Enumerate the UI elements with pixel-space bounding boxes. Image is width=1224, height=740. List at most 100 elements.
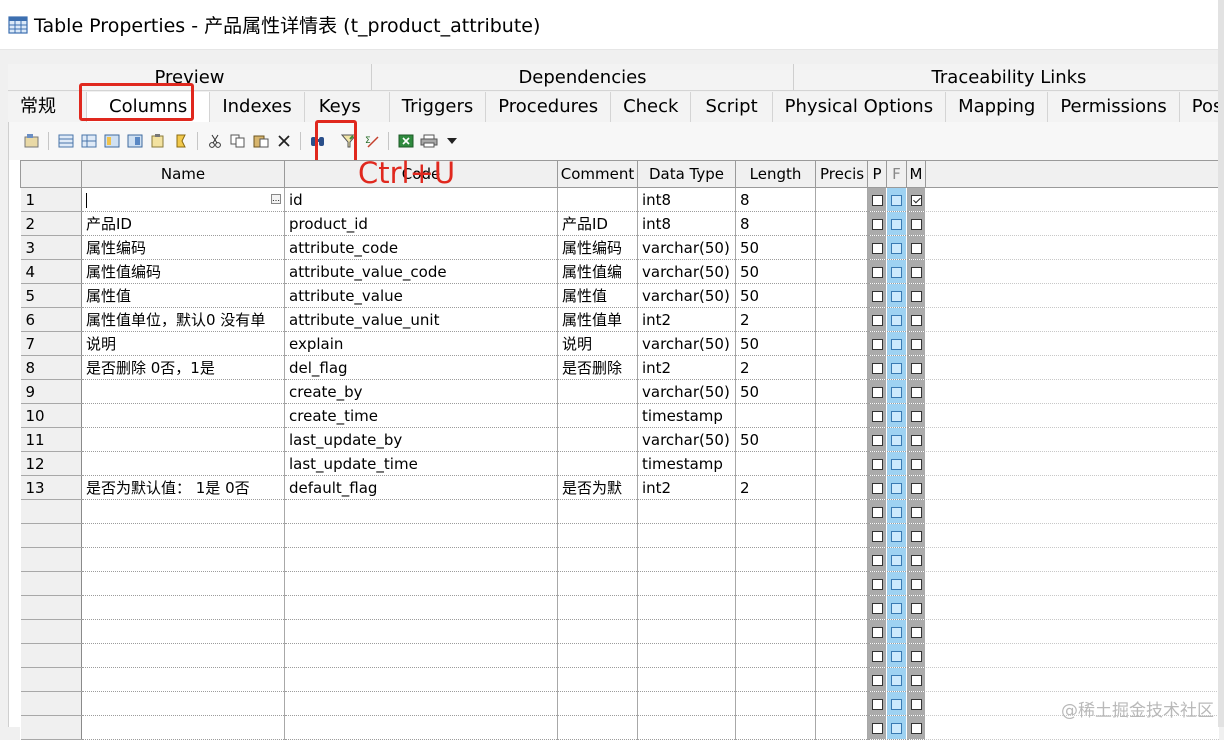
empty-cell[interactable] xyxy=(284,667,558,692)
mandatory-cell-checkbox[interactable] xyxy=(910,434,922,446)
mandatory-cell-checkbox[interactable] xyxy=(910,386,922,398)
mandatory-cell[interactable] xyxy=(906,499,926,524)
code-cell[interactable]: attribute_code xyxy=(284,235,558,260)
name-cell[interactable] xyxy=(81,403,285,428)
mandatory-cell[interactable] xyxy=(906,403,926,428)
header-foreign[interactable]: F xyxy=(886,160,907,188)
foreign-cell-checkbox[interactable] xyxy=(891,506,902,518)
primary-cell-checkbox[interactable] xyxy=(871,674,883,686)
data-type-cell[interactable]: varchar(50) xyxy=(637,331,736,356)
precision-cell[interactable] xyxy=(815,211,868,236)
primary-cell[interactable] xyxy=(867,667,887,692)
foreign-cell-checkbox[interactable] xyxy=(891,194,902,206)
empty-row[interactable] xyxy=(20,619,1219,644)
table-row[interactable]: 6 属性值单位，默认0 没有单 attribute_value_unit 属性值单 in… xyxy=(20,307,1219,332)
precision-cell[interactable] xyxy=(815,715,868,740)
mandatory-cell-checkbox[interactable] xyxy=(910,482,922,494)
name-cell[interactable] xyxy=(81,379,285,404)
comment-cell[interactable]: 说明 xyxy=(557,331,638,356)
data-type-cell[interactable]: int2 xyxy=(637,355,736,380)
code-cell[interactable]: default_flag xyxy=(284,475,558,500)
table-row[interactable]: 10 create_time timestamp xyxy=(20,403,1219,428)
data-type-cell[interactable]: int8 xyxy=(637,187,736,212)
empty-cell[interactable] xyxy=(81,595,285,620)
empty-cell[interactable] xyxy=(735,691,816,716)
empty-cell[interactable] xyxy=(557,499,638,524)
primary-cell[interactable] xyxy=(867,427,887,452)
foreign-cell-checkbox[interactable] xyxy=(891,530,902,542)
foreign-cell-checkbox[interactable] xyxy=(891,458,902,470)
foreign-cell-checkbox[interactable] xyxy=(891,338,902,350)
mandatory-cell-checkbox[interactable] xyxy=(910,722,922,734)
empty-cell[interactable] xyxy=(557,667,638,692)
empty-cell[interactable] xyxy=(557,691,638,716)
primary-cell-checkbox[interactable] xyxy=(871,650,883,662)
comment-cell[interactable]: 属性值单 xyxy=(557,307,638,332)
length-cell[interactable]: 50 xyxy=(735,283,816,308)
precision-cell[interactable] xyxy=(815,595,868,620)
primary-cell-checkbox[interactable] xyxy=(871,602,883,614)
code-cell[interactable]: create_time xyxy=(284,403,558,428)
comment-cell[interactable] xyxy=(557,379,638,404)
table-row[interactable]: 2 产品ID product_id 产品ID int8 8 xyxy=(20,211,1219,236)
mandatory-cell-checkbox[interactable] xyxy=(910,650,922,662)
name-cell[interactable]: 属性值 xyxy=(81,283,285,308)
primary-cell-checkbox[interactable] xyxy=(871,386,883,398)
length-cell[interactable]: 2 xyxy=(735,475,816,500)
foreign-cell[interactable] xyxy=(886,571,907,596)
code-cell[interactable]: del_flag xyxy=(284,355,558,380)
mandatory-cell-checkbox[interactable] xyxy=(910,458,922,470)
tab-traceability-links[interactable]: Traceability Links xyxy=(794,64,1224,90)
comment-cell[interactable] xyxy=(557,427,638,452)
data-type-cell[interactable]: int8 xyxy=(637,211,736,236)
primary-cell[interactable] xyxy=(867,523,887,548)
primary-cell-checkbox[interactable] xyxy=(871,554,883,566)
comment-cell[interactable] xyxy=(557,403,638,428)
data-type-cell[interactable]: int2 xyxy=(637,475,736,500)
tab-script[interactable]: Script xyxy=(691,92,773,122)
header-length[interactable]: Length xyxy=(735,160,816,188)
paste-icon[interactable] xyxy=(147,131,168,152)
mandatory-cell[interactable] xyxy=(906,691,926,716)
data-type-cell[interactable]: varchar(50) xyxy=(637,379,736,404)
primary-cell-checkbox[interactable] xyxy=(871,530,883,542)
data-type-cell[interactable]: int2 xyxy=(637,307,736,332)
empty-cell[interactable] xyxy=(284,523,558,548)
length-cell[interactable]: 50 xyxy=(735,235,816,260)
empty-cell[interactable] xyxy=(637,571,736,596)
mandatory-cell-checkbox[interactable] xyxy=(910,530,922,542)
mandatory-cell[interactable] xyxy=(906,331,926,356)
mandatory-cell-checkbox[interactable] xyxy=(910,194,922,206)
precision-cell[interactable] xyxy=(815,331,868,356)
empty-row[interactable] xyxy=(20,643,1219,668)
excel-export-icon[interactable] xyxy=(395,131,416,152)
primary-cell[interactable] xyxy=(867,331,887,356)
primary-cell[interactable] xyxy=(867,259,887,284)
foreign-cell-checkbox[interactable] xyxy=(891,482,902,494)
tab-indexes[interactable]: Indexes xyxy=(210,92,305,122)
foreign-cell[interactable] xyxy=(886,547,907,572)
primary-cell[interactable] xyxy=(867,619,887,644)
mandatory-cell[interactable] xyxy=(906,475,926,500)
empty-row[interactable] xyxy=(20,547,1219,572)
mandatory-cell-checkbox[interactable] xyxy=(910,674,922,686)
mandatory-cell[interactable] xyxy=(906,643,926,668)
mandatory-cell[interactable] xyxy=(906,451,926,476)
empty-cell[interactable] xyxy=(557,547,638,572)
table-row[interactable]: 8 是否删除 0否，1是 del_flag 是否删除 int2 2 xyxy=(20,355,1219,380)
empty-cell[interactable] xyxy=(735,547,816,572)
empty-cell[interactable] xyxy=(735,571,816,596)
comment-cell[interactable] xyxy=(557,187,638,212)
precision-cell[interactable] xyxy=(815,187,868,212)
empty-row[interactable] xyxy=(20,523,1219,548)
header-name[interactable]: Name xyxy=(81,160,285,188)
empty-cell[interactable] xyxy=(557,523,638,548)
header-data-type[interactable]: Data Type xyxy=(637,160,736,188)
length-cell[interactable]: 50 xyxy=(735,379,816,404)
foreign-cell[interactable] xyxy=(886,475,907,500)
mandatory-cell-checkbox[interactable] xyxy=(910,554,922,566)
length-cell[interactable]: 50 xyxy=(735,259,816,284)
data-type-cell[interactable]: varchar(50) xyxy=(637,427,736,452)
tab-dependencies[interactable]: Dependencies xyxy=(372,64,794,90)
primary-cell[interactable] xyxy=(867,379,887,404)
